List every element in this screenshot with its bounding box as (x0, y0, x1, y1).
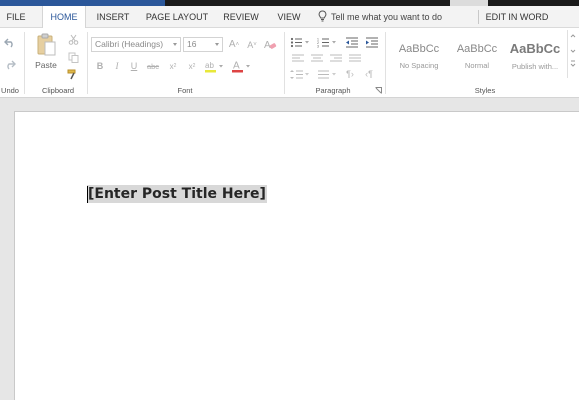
undo-icon[interactable] (2, 36, 18, 50)
paragraph-dialog-launcher-icon[interactable] (374, 86, 383, 95)
format-painter-icon[interactable] (66, 67, 80, 81)
decrease-indent-icon[interactable] (344, 35, 360, 49)
font-size-value: 16 (187, 39, 197, 49)
superscript-icon[interactable]: x2 (185, 59, 199, 73)
font-group-label: Font (177, 86, 193, 95)
styles-group-label: Styles (474, 86, 496, 95)
font-color-icon[interactable]: A (230, 58, 252, 74)
group-divider (385, 32, 386, 94)
underline-icon[interactable]: U (128, 59, 140, 73)
style-sample: AaBbCc (456, 43, 498, 55)
grow-font-icon[interactable]: A ˄ (227, 37, 241, 52)
svg-text:A: A (264, 40, 271, 50)
tabs-divider (478, 10, 479, 24)
tell-me-search[interactable]: Tell me what you want to do (318, 6, 442, 28)
tab-file[interactable]: FILE (0, 6, 32, 28)
lightbulb-icon (318, 10, 327, 22)
font-family-dropdown[interactable]: Calibri (Headings) (91, 37, 181, 52)
bullets-icon[interactable] (289, 35, 311, 49)
style-normal[interactable]: AaBbCc Normal (448, 34, 506, 78)
edit-in-word-button[interactable]: EDIT IN WORD (484, 6, 550, 28)
tell-me-text: Tell me what you want to do (331, 12, 443, 22)
svg-text:A: A (233, 61, 240, 72)
ribbon-tabs: FILE HOME INSERT PAGE LAYOUT REVIEW VIEW… (0, 6, 579, 29)
bold-icon[interactable]: B (94, 59, 106, 73)
styles-gallery-scroll[interactable] (567, 30, 577, 78)
document-page[interactable]: [Enter Post Title Here] (14, 111, 579, 400)
group-divider (284, 32, 285, 94)
chevron-down-icon (173, 43, 177, 46)
style-no-spacing[interactable]: AaBbCc No Spacing (390, 34, 448, 78)
group-divider (24, 32, 25, 94)
undo-group-label: Undo (1, 86, 19, 95)
post-title-placeholder[interactable]: [Enter Post Title Here] (87, 185, 267, 203)
style-sample: AaBbCc (398, 43, 440, 55)
style-name: No Spacing (399, 61, 439, 70)
style-publish-with[interactable]: AaBbCc Publish with... (506, 34, 564, 78)
ribbon-home: Undo Paste Clipboard Calibri (Headings) … (0, 28, 579, 98)
ltr-text-icon[interactable]: ¶› (343, 67, 357, 81)
style-sample: AaBbCc (509, 41, 561, 56)
rtl-text-icon[interactable]: ‹¶ (362, 67, 376, 81)
tab-home[interactable]: HOME (42, 6, 86, 29)
subscript-icon[interactable]: x2 (166, 59, 180, 73)
copy-icon[interactable] (66, 50, 80, 64)
font-family-value: Calibri (Headings) (95, 39, 164, 49)
redo-icon[interactable] (2, 58, 18, 72)
text-cursor (87, 186, 88, 203)
align-center-icon[interactable] (310, 52, 324, 64)
align-right-icon[interactable] (329, 52, 343, 64)
shrink-font-icon[interactable]: A ˅ (245, 37, 259, 52)
cut-icon[interactable] (66, 32, 80, 46)
style-name: Publish with... (511, 62, 559, 71)
style-name: Normal (464, 61, 490, 70)
group-divider (87, 32, 88, 94)
numbering-icon[interactable]: 123 (316, 35, 338, 49)
chevron-down-icon (215, 43, 219, 46)
strikethrough-icon[interactable]: abc (145, 59, 161, 73)
highlight-color-icon[interactable]: ab (203, 58, 225, 74)
document-canvas: [Enter Post Title Here] (0, 99, 579, 400)
paste-icon[interactable] (33, 32, 59, 58)
tab-insert[interactable]: INSERT (90, 6, 136, 28)
tab-page-layout[interactable]: PAGE LAYOUT (143, 6, 211, 28)
align-left-icon[interactable] (291, 52, 305, 64)
font-size-dropdown[interactable]: 16 (183, 37, 223, 52)
paragraph-spacing-icon[interactable] (316, 67, 338, 81)
styles-gallery: AaBbCc No Spacing AaBbCc Normal AaBbCc P… (390, 34, 566, 78)
clipboard-group-label: Clipboard (41, 86, 75, 95)
tab-view[interactable]: VIEW (270, 6, 308, 28)
italic-icon[interactable]: I (111, 59, 123, 73)
line-spacing-icon[interactable] (289, 67, 311, 81)
increase-indent-icon[interactable] (364, 35, 380, 49)
paste-button-label[interactable]: Paste (30, 60, 62, 70)
paragraph-group-label: Paragraph (315, 86, 351, 95)
justify-icon[interactable] (348, 52, 362, 64)
clear-formatting-icon[interactable]: A (262, 36, 278, 52)
svg-text:3: 3 (317, 44, 319, 48)
word-online-window: FILE HOME INSERT PAGE LAYOUT REVIEW VIEW… (0, 0, 579, 400)
tab-review[interactable]: REVIEW (218, 6, 264, 28)
svg-text:ab: ab (205, 61, 214, 70)
